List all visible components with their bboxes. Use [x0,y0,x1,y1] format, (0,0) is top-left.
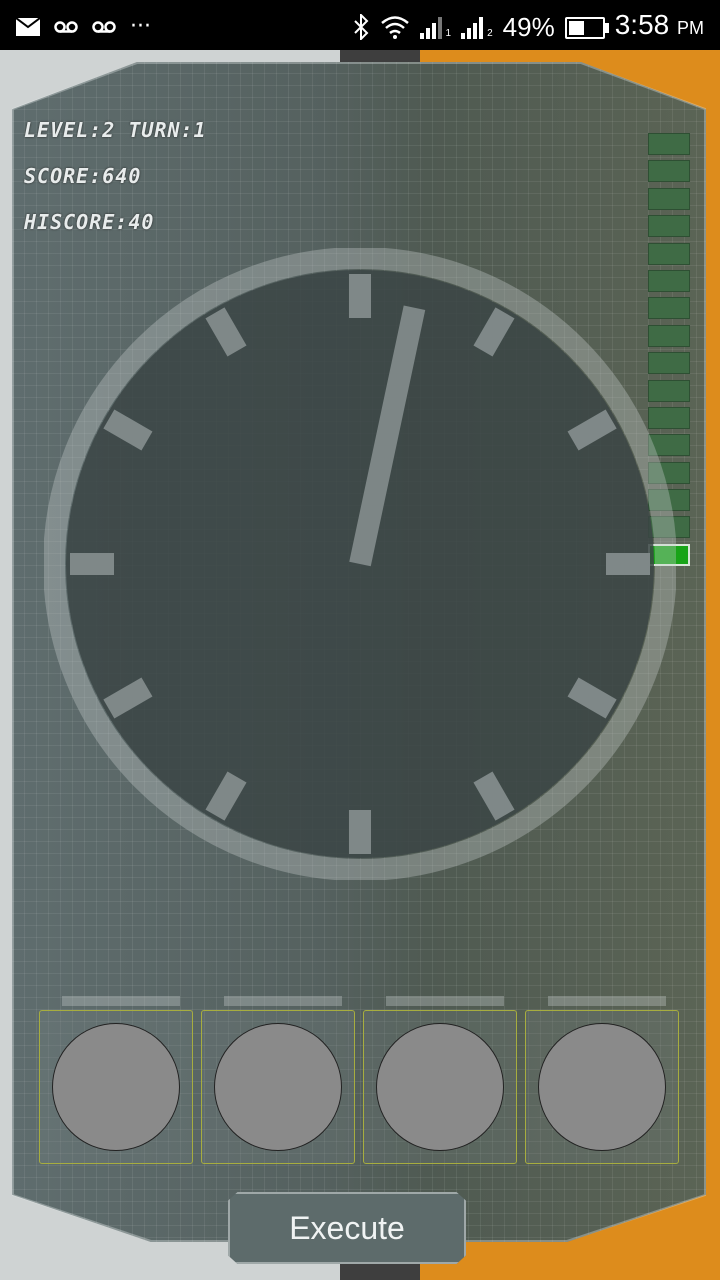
meter-cell [648,133,690,155]
slot-tab-2 [224,996,342,1006]
clock-tick [70,553,114,575]
status-bar: ··· 1 2 49% 3:58 PM [0,0,720,50]
slot-2[interactable] [201,1010,355,1164]
score-text: SCORE:640 [24,164,142,188]
voicemail-icon [92,21,116,33]
bluetooth-icon [353,13,368,40]
sim1-label: 1 [445,27,452,39]
slot-circle[interactable] [214,1023,342,1151]
slot-circle[interactable] [52,1023,180,1151]
signal-icon: 1 [419,15,452,39]
sim2-label: 2 [487,27,493,39]
clock-dial[interactable] [44,248,676,880]
clock-tick [349,810,371,854]
voicemail-icon [54,21,78,33]
slot-tab-3 [386,996,504,1006]
hiscore-text: HISCORE:40 [24,210,155,234]
meter-cell [648,160,690,183]
slot-tab-1 [62,996,180,1006]
battery-percent: 49% [502,11,555,42]
meter-cell [648,187,690,210]
clock-svg [44,248,676,880]
notification-icons: ··· [16,12,151,42]
clock-tick [606,553,650,575]
time-text: 3:58 [614,9,670,40]
wifi-icon [380,15,409,39]
slot-circle[interactable] [376,1023,504,1151]
system-icons: 1 2 49% 3:58 PM [352,8,704,45]
execute-button[interactable]: Execute [228,1192,466,1264]
signal-icon: 2 [461,15,493,39]
slot-tab-4 [548,996,666,1006]
battery-icon [564,16,609,39]
slot-circle[interactable] [538,1023,666,1151]
meter-cell [648,215,690,238]
slot-1[interactable] [39,1010,193,1164]
slot-3[interactable] [363,1010,517,1164]
overflow-icon: ··· [130,14,151,39]
level-turn-text: LEVEL:2 TURN:1 [24,118,207,142]
clock-time: 3:58 PM [615,8,704,45]
email-icon [16,18,40,36]
slot-4[interactable] [525,1010,679,1164]
ampm-text: PM [677,18,704,38]
clock-tick [349,274,371,318]
